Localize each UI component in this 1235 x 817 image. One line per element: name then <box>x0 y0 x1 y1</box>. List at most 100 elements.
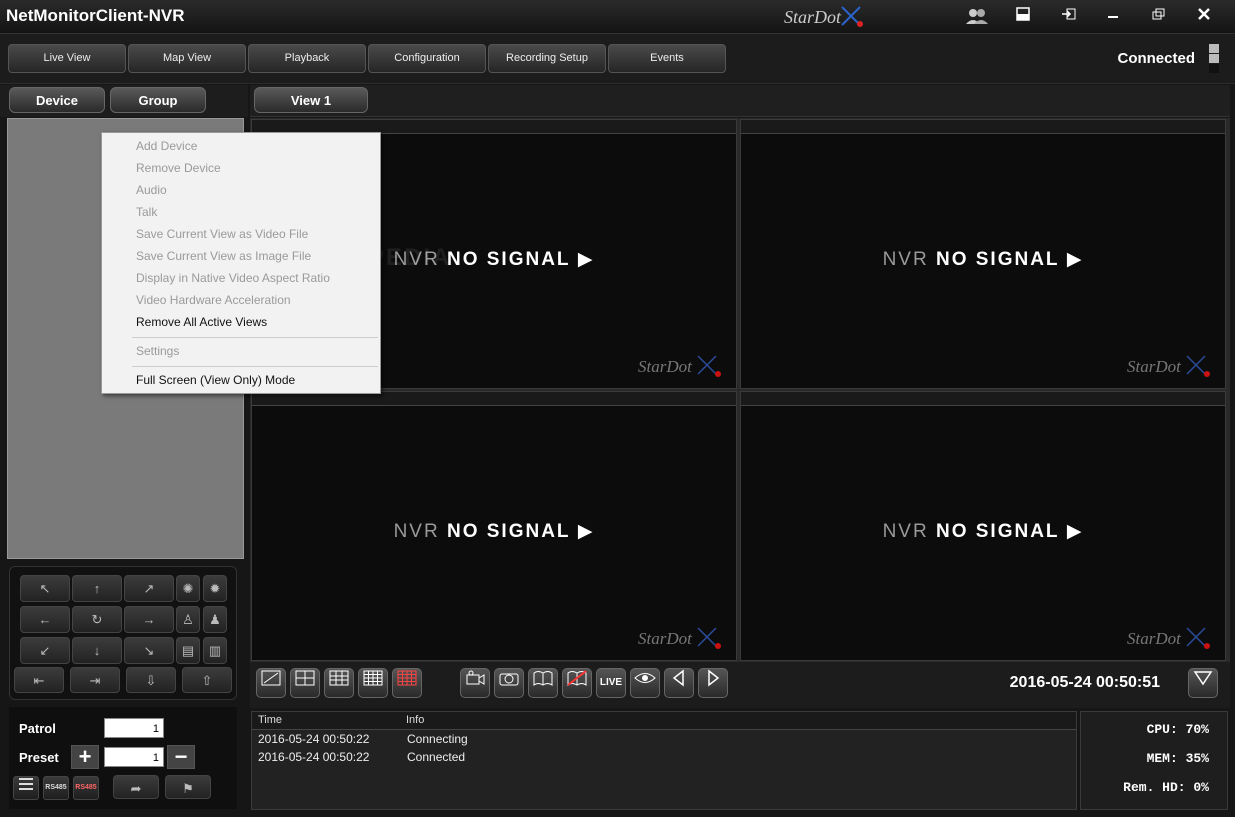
nvr-prefix: NVR <box>882 521 929 542</box>
ptz-right-icon[interactable]: → <box>124 606 174 633</box>
layout-icon[interactable] <box>1010 6 1036 28</box>
left-panel-tabs: Device Group <box>0 85 248 117</box>
tab-map-view[interactable]: Map View <box>128 44 246 73</box>
rs485-disabled-button[interactable]: RS485 <box>73 776 99 800</box>
prev-icon[interactable] <box>664 668 694 698</box>
stardot-logo: StarDot <box>784 6 863 27</box>
cell-logo-text: StarDot <box>1127 357 1182 376</box>
rs485-button[interactable]: RS485 <box>43 776 69 800</box>
book-disabled-icon[interactable] <box>562 668 592 698</box>
ptz-action-2-icon[interactable]: ⇥ <box>70 667 120 693</box>
cell-stardot-logo: StarDot <box>1127 355 1210 377</box>
zoom-out-group-icon[interactable]: ♟ <box>203 606 227 633</box>
menu-add-device[interactable]: Add Device <box>136 139 197 153</box>
tab-recording-setup[interactable]: Recording Setup <box>488 44 606 73</box>
layout-1x1-icon[interactable] <box>256 668 286 698</box>
next-icon[interactable] <box>698 668 728 698</box>
mem-stat: MEM: 35% <box>1146 751 1209 766</box>
restore-icon[interactable] <box>1145 6 1171 28</box>
log-info: Connected <box>407 750 466 764</box>
layout-custom-icon[interactable] <box>392 668 422 698</box>
ptz-down-icon[interactable]: ↓ <box>72 637 122 664</box>
video-cell[interactable]: NVR NO SIGNAL ▶ StarDot <box>740 391 1226 661</box>
zoom-in-person-icon[interactable]: ♙ <box>176 606 200 633</box>
patrol-go-icon[interactable]: ➦ <box>113 775 159 799</box>
ptz-action-4-icon[interactable]: ⇧ <box>182 667 232 693</box>
tab-configuration[interactable]: Configuration <box>368 44 486 73</box>
video-cell[interactable]: NVR NO SIGNAL ▶ StarDot <box>740 119 1226 389</box>
video-cell[interactable]: NVR NO SIGNAL ▶ StarDot <box>251 391 737 661</box>
preset-label: Preset <box>19 750 59 765</box>
ptz-home-icon[interactable]: ↻ <box>72 606 122 633</box>
eye-icon[interactable] <box>630 668 660 698</box>
tab-events[interactable]: Events <box>608 44 726 73</box>
log-time: 2016-05-24 00:50:22 <box>258 732 370 746</box>
menu-hw-accel[interactable]: Video Hardware Acceleration <box>136 293 291 307</box>
ptz-up-left-icon[interactable]: ↖ <box>20 575 70 602</box>
iris-close-icon[interactable]: ✹ <box>203 575 227 602</box>
no-signal-text: NO SIGNAL <box>935 249 1060 270</box>
tab-view-1[interactable]: View 1 <box>254 87 368 113</box>
app-window: NetMonitorClient-NVR StarDot Live View M… <box>0 0 1235 817</box>
ptz-left-icon[interactable]: ← <box>20 606 70 633</box>
preset-add-button[interactable]: + <box>71 745 99 769</box>
no-signal-label: NVR NO SIGNAL ▶ <box>393 521 595 542</box>
ptz-action-3-icon[interactable]: ⇩ <box>126 667 176 693</box>
patrol-input[interactable]: 1 <box>104 718 164 738</box>
ptz-up-icon[interactable]: ↑ <box>72 575 122 602</box>
preset-input[interactable]: 1 <box>104 747 164 767</box>
menu-remove-all-views[interactable]: Remove All Active Views <box>136 315 267 329</box>
cpu-stat: CPU: 70% <box>1146 722 1209 737</box>
focus-far-icon[interactable]: ▥ <box>203 637 227 664</box>
snapshot-icon[interactable] <box>494 668 524 698</box>
preset-remove-button[interactable]: − <box>167 745 195 769</box>
ptz-action-1-icon[interactable]: ⇤ <box>14 667 64 693</box>
live-button[interactable]: LIVE <box>596 668 626 698</box>
book-icon[interactable] <box>528 668 558 698</box>
close-icon[interactable] <box>1191 6 1217 28</box>
ptz-down-left-icon[interactable]: ↙ <box>20 637 70 664</box>
menu-full-screen[interactable]: Full Screen (View Only) Mode <box>136 373 295 387</box>
event-log: Time Info 2016-05-24 00:50:22 Connecting… <box>251 711 1077 810</box>
ptz-down-right-icon[interactable]: ↘ <box>124 637 174 664</box>
patrol-flag-icon[interactable]: ⚑ <box>165 775 211 799</box>
menu-settings[interactable]: Settings <box>136 344 179 358</box>
ptz-up-right-icon[interactable]: ↗ <box>124 575 174 602</box>
nvr-prefix: NVR <box>882 249 929 270</box>
tab-playback[interactable]: Playback <box>248 44 366 73</box>
iris-open-icon[interactable]: ✺ <box>176 575 200 602</box>
record-camera-icon[interactable] <box>460 668 490 698</box>
video-grid: NVR NO SIGNAL ▶ StarDot NVR NO SIGNAL ▶ … <box>250 118 1230 662</box>
menu-save-image[interactable]: Save Current View as Image File <box>136 249 311 263</box>
log-time: 2016-05-24 00:50:22 <box>258 750 370 764</box>
layout-4x4-icon[interactable] <box>358 668 388 698</box>
minimize-icon[interactable] <box>1100 6 1126 28</box>
focus-near-icon[interactable]: ▤ <box>176 637 200 664</box>
menu-separator <box>132 337 378 338</box>
menu-remove-device[interactable]: Remove Device <box>136 161 221 175</box>
tab-live-view[interactable]: Live View <box>8 44 126 73</box>
log-info: Connecting <box>407 732 468 746</box>
menu-save-video[interactable]: Save Current View as Video File <box>136 227 308 241</box>
tab-group[interactable]: Group <box>110 87 206 113</box>
menu-separator <box>132 366 378 367</box>
log-row[interactable]: 2016-05-24 00:50:22 Connecting <box>252 730 1076 748</box>
layout-3x3-icon[interactable] <box>324 668 354 698</box>
title-bar: NetMonitorClient-NVR StarDot <box>0 0 1235 34</box>
menu-native-aspect[interactable]: Display in Native Video Aspect Ratio <box>136 271 330 285</box>
connection-status: Connected <box>1117 50 1195 67</box>
layout-2x2-icon[interactable] <box>290 668 320 698</box>
list-icon[interactable] <box>13 776 39 800</box>
chevron-down-icon[interactable] <box>1188 668 1218 698</box>
menu-audio[interactable]: Audio <box>136 183 167 197</box>
patrol-label: Patrol <box>19 721 56 736</box>
logout-icon[interactable] <box>1056 6 1082 28</box>
clock: 2016-05-24 00:50:51 <box>1009 674 1160 691</box>
app-title: NetMonitorClient-NVR <box>6 6 185 25</box>
users-icon[interactable] <box>964 6 990 28</box>
menu-talk[interactable]: Talk <box>136 205 157 219</box>
log-row[interactable]: 2016-05-24 00:50:22 Connected <box>252 748 1076 766</box>
tab-device[interactable]: Device <box>9 87 105 113</box>
no-signal-label: NVR NO SIGNAL ▶ <box>882 249 1084 270</box>
no-signal-text: NO SIGNAL <box>446 249 571 270</box>
